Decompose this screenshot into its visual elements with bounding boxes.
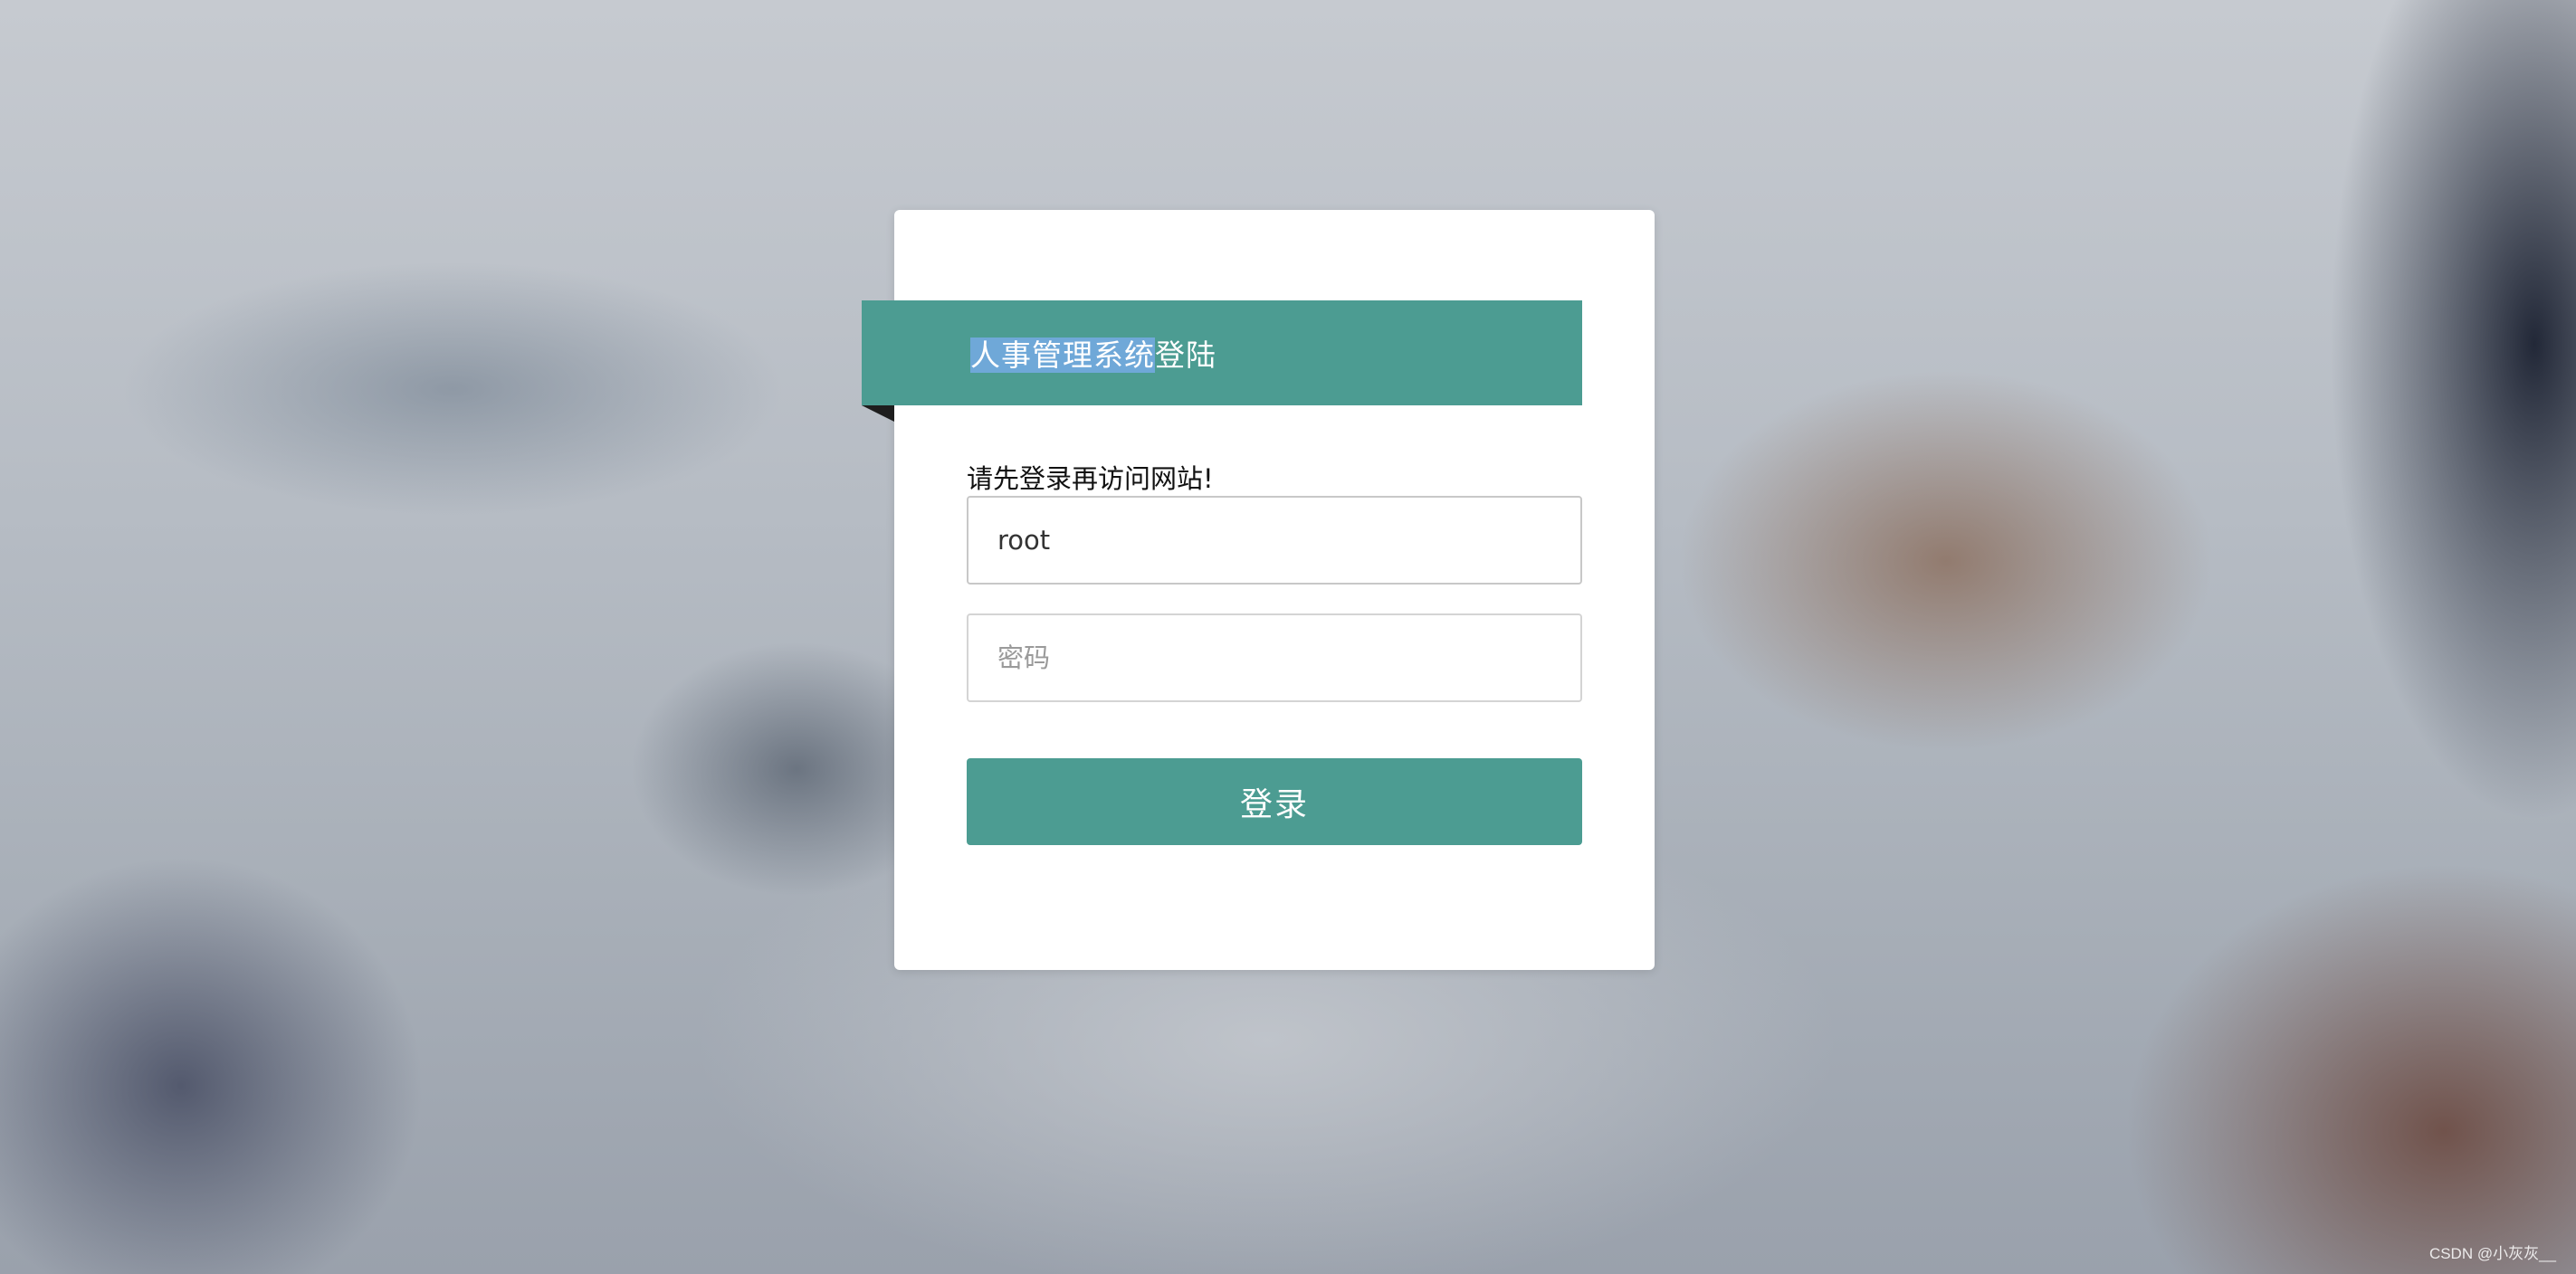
page-title: 人事管理系统登陆: [970, 331, 1216, 375]
page-title-selected-text: 人事管理系统: [970, 338, 1155, 373]
login-button[interactable]: 登录: [967, 758, 1582, 845]
watermark: CSDN @小灰灰__: [2428, 1245, 2556, 1262]
ribbon-fold: [862, 405, 894, 422]
login-hint: 请先登录再访问网站!: [967, 463, 1214, 494]
page-title-rest-text: 登陆: [1155, 338, 1216, 373]
password-input[interactable]: [967, 613, 1582, 702]
username-input[interactable]: [967, 496, 1582, 585]
login-title-banner: 人事管理系统登陆: [862, 300, 1582, 405]
